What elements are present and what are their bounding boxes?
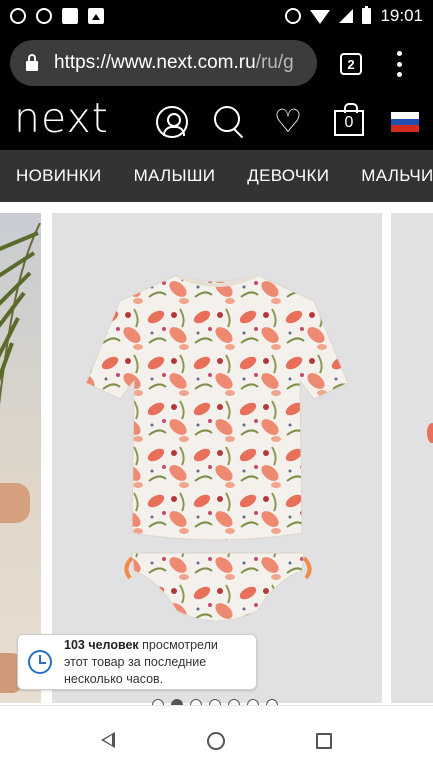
account-icon[interactable] [156,106,188,138]
url-path: /ru/g [255,52,294,73]
site-logo[interactable]: next [14,94,109,142]
palm-leaf-image [0,223,41,405]
wifi-icon [310,10,331,24]
keyhole-icon [10,8,26,24]
url-bar[interactable]: https://www.next.com.ru/ru/g [10,40,317,86]
home-icon[interactable] [207,732,225,750]
square-icon [62,8,78,24]
back-icon[interactable] [101,732,115,748]
url-host: https://www.next.com.ru [54,52,256,73]
image-icon [88,8,104,24]
product-image-next[interactable] [391,213,433,703]
favorites-heart-icon[interactable]: ♡ [272,105,304,138]
nav-item-babies[interactable]: МАЛЫШИ [118,166,232,186]
site-header: next ♡ 0 [0,92,433,150]
views-notice: 103 человек просмотрели этот товар за по… [17,634,257,690]
views-count: 103 человек [64,637,139,652]
clock-icon [28,650,52,674]
swimsuit-image [85,273,349,622]
alarm-icon [285,8,302,24]
bag-count: 0 [344,114,354,131]
lock-person-icon [36,8,52,24]
views-text-1: просмотрели [138,637,218,652]
nav-item-new[interactable]: НОВИНКИ [0,166,118,186]
nav-item-girls[interactable]: ДЕВОЧКИ [231,166,345,186]
views-text-3: несколько часов. [64,671,164,686]
views-notice-text: 103 человек просмотрели этот товар за по… [64,637,218,688]
product-image-prev[interactable] [0,213,41,703]
lock-icon [26,53,38,71]
product-image-main[interactable] [52,213,382,703]
tab-count: 2 [347,56,355,72]
search-icon[interactable] [214,106,246,138]
status-bar: 19:01 [0,0,433,32]
shopping-bag-icon[interactable]: 0 [334,103,364,136]
system-navigation-bar [0,705,433,770]
recent-apps-icon[interactable] [316,733,332,749]
russia-flag-icon[interactable] [391,112,419,132]
browser-toolbar: https://www.next.com.ru/ru/g 2 [0,32,433,92]
url-text: https://www.next.com.ru/ru/g [54,52,294,74]
battery-icon [362,6,372,24]
category-nav: НОВИНКИ МАЛЫШИ ДЕВОЧКИ МАЛЬЧИКИ [0,150,433,202]
status-time: 19:01 [380,6,423,25]
views-text-2: этот товар за последние [64,654,207,669]
signal-icon [339,9,354,23]
nav-item-boys[interactable]: МАЛЬЧИКИ [345,166,433,186]
browser-menu-icon[interactable] [396,51,402,77]
tab-switcher-button[interactable]: 2 [340,53,362,75]
product-carousel[interactable]: 103 человек просмотрели этот товар за по… [0,202,433,705]
